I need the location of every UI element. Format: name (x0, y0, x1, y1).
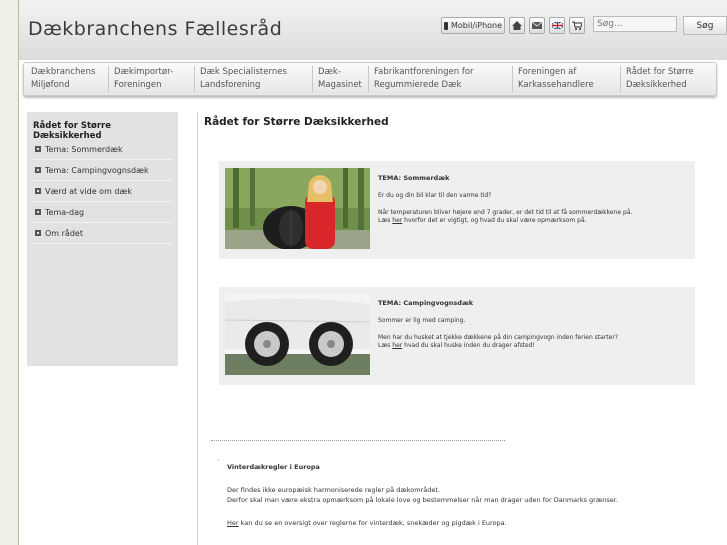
card-paragraph: Men har du husket at tjekke dækkene på d… (378, 334, 618, 341)
text: hvad du skal huske inden du drager afste… (402, 342, 535, 349)
woman-with-tire-image[interactable] (225, 168, 370, 249)
nav-item-miljofond[interactable]: Dækbranchens Miljøfond (26, 66, 95, 92)
sidebar: Rådet for Større Dæksikkerhed Tema: Somm… (27, 112, 178, 366)
card-paragraph: Er du og din bil klar til den varme tid? (378, 192, 492, 199)
card-text: TEMA: Sommerdæk Er du og din bil klar ti… (378, 174, 683, 225)
home-icon[interactable] (509, 17, 526, 34)
main-nav: Dækbranchens Miljøfond Dækimportør- Foreni… (23, 62, 717, 96)
sidebar-item-sommerdaek[interactable]: Tema: Sommerdæk (32, 139, 173, 160)
bullet-icon (35, 209, 41, 215)
nav-line: Fabrikantforeningen for (374, 67, 474, 77)
card-sommerdaek: TEMA: Sommerdæk Er du og din bil klar ti… (219, 161, 695, 259)
uk-flag-icon[interactable] (549, 17, 566, 34)
mobile-button[interactable]: Mobil/iPhone (441, 17, 506, 34)
search-button[interactable]: Søg (683, 16, 727, 35)
nav-item-raadet[interactable]: Rådet for Større Dæksikkerhed (620, 66, 694, 92)
nav-line: Rådet for Større (626, 67, 694, 77)
bullet-icon (35, 230, 41, 236)
section-paragraph: Der findes ikke europæisk harmoniserede … (227, 486, 440, 494)
nav-item-fabrikantforeningen[interactable]: Fabrikantforeningen for Regummierede Dæk (368, 66, 474, 92)
bullet-icon (35, 167, 41, 173)
text: Læs (378, 217, 393, 224)
tick-mark: ` (217, 460, 220, 467)
sidebar-title: Rådet for Større Dæksikkerhed (33, 121, 112, 141)
nav-line: Karkassehandlere (518, 80, 594, 90)
section-paragraph: Derfor skal man være ekstra opmærksom på… (227, 496, 618, 504)
sidebar-item-label: Tema-dag (45, 207, 85, 217)
card-paragraph: Når temperaturen bliver højere end 7 gra… (378, 209, 633, 216)
sidebar-item-vaerd-at-vide[interactable]: Værd at vide om dæk (32, 181, 173, 202)
nav-line: Dæk- (318, 67, 341, 77)
mobile-label: Mobil/iPhone (451, 21, 503, 30)
phone-icon (444, 21, 448, 30)
nav-line: Dækimportør- (114, 67, 174, 77)
section-paragraph: Her kan du se en oversigt over reglerne … (227, 518, 697, 528)
text: hvorfor det er vigtigt, og hvad du skal … (402, 217, 587, 224)
text: kan du se en oversigt over reglerne for … (238, 519, 507, 527)
sidebar-item-label: Tema: Sommerdæk (45, 144, 123, 154)
nav-line: Foreningen (114, 80, 162, 90)
card-paragraph: Sommer er lig med camping. (378, 317, 466, 324)
card-paragraph: Læs her hvorfor det er vigtigt, og hvad … (378, 217, 683, 225)
text: Læs (378, 342, 393, 349)
page: Dækbranchens Fællesråd Mobil/iPhone Søg … (18, 0, 727, 545)
sidebar-item-om-raadet[interactable]: Om rådet (32, 223, 173, 244)
nav-item-daek-specialisterne[interactable]: Dæk Specialisternes Landsforening (194, 66, 287, 92)
sidebar-item-label: Tema: Campingvognsdæk (45, 165, 149, 175)
bullet-icon (35, 146, 41, 152)
section-heading: Vinterdækregler i Europa (227, 463, 320, 471)
card-title: TEMA: Campingvognsdæk (378, 299, 474, 307)
read-more-link[interactable]: her (392, 342, 402, 349)
mail-icon[interactable] (529, 17, 546, 34)
nav-line: Foreningen af (518, 67, 577, 77)
nav-line: Dæk Specialisternes (200, 67, 287, 77)
dotted-divider (211, 440, 505, 441)
nav-line: Magasinet (318, 80, 362, 90)
header-tools: Mobil/iPhone (441, 17, 586, 34)
sidebar-item-label: Værd at vide om dæk (45, 186, 132, 196)
read-more-link[interactable]: her (392, 217, 402, 224)
search-input[interactable] (593, 16, 677, 32)
content-divider (197, 112, 198, 545)
card-paragraph: Læs her hvad du skal huske inden du drag… (378, 342, 683, 350)
card-text: TEMA: Campingvognsdæk Sommer er lig med … (378, 299, 683, 350)
winter-rules-section: Vinterdækregler i Europa Der findes ikke… (227, 462, 697, 528)
nav-line: Miljøfond (31, 80, 70, 90)
page-title: Rådet for Større Dæksikkerhed (204, 116, 389, 128)
card-campingvognsdaek: TEMA: Campingvognsdæk Sommer er lig med … (219, 287, 695, 385)
nav-item-daekimportor[interactable]: Dækimportør- Foreningen (108, 66, 173, 92)
nav-line: Regummierede Dæk (374, 80, 462, 90)
sidebar-list: Tema: Sommerdæk Tema: Campingvognsdæk Væ… (32, 139, 173, 244)
nav-line: Landsforening (200, 80, 261, 90)
sidebar-item-tema-dag[interactable]: Tema-dag (32, 202, 173, 223)
nav-line: Dæksikkerhed (626, 80, 687, 90)
nav-line: Dækbranchens (31, 67, 96, 77)
card-title: TEMA: Sommerdæk (378, 174, 450, 182)
sidebar-item-campingvognsdaek[interactable]: Tema: Campingvognsdæk (32, 160, 173, 181)
sidebar-item-label: Om rådet (45, 228, 83, 238)
overview-link[interactable]: Her (227, 519, 239, 527)
nav-item-karkassehandlere[interactable]: Foreningen af Karkassehandlere (512, 66, 594, 92)
bullet-icon (35, 188, 41, 194)
caravan-wheels-image[interactable] (225, 294, 370, 375)
cart-icon[interactable] (569, 17, 586, 34)
header: Dækbranchens Fællesråd Mobil/iPhone Søg (19, 0, 727, 60)
site-logo[interactable]: Dækbranchens Fællesråd (28, 18, 282, 40)
nav-item-daek-magasinet[interactable]: Dæk- Magasinet (312, 66, 362, 92)
